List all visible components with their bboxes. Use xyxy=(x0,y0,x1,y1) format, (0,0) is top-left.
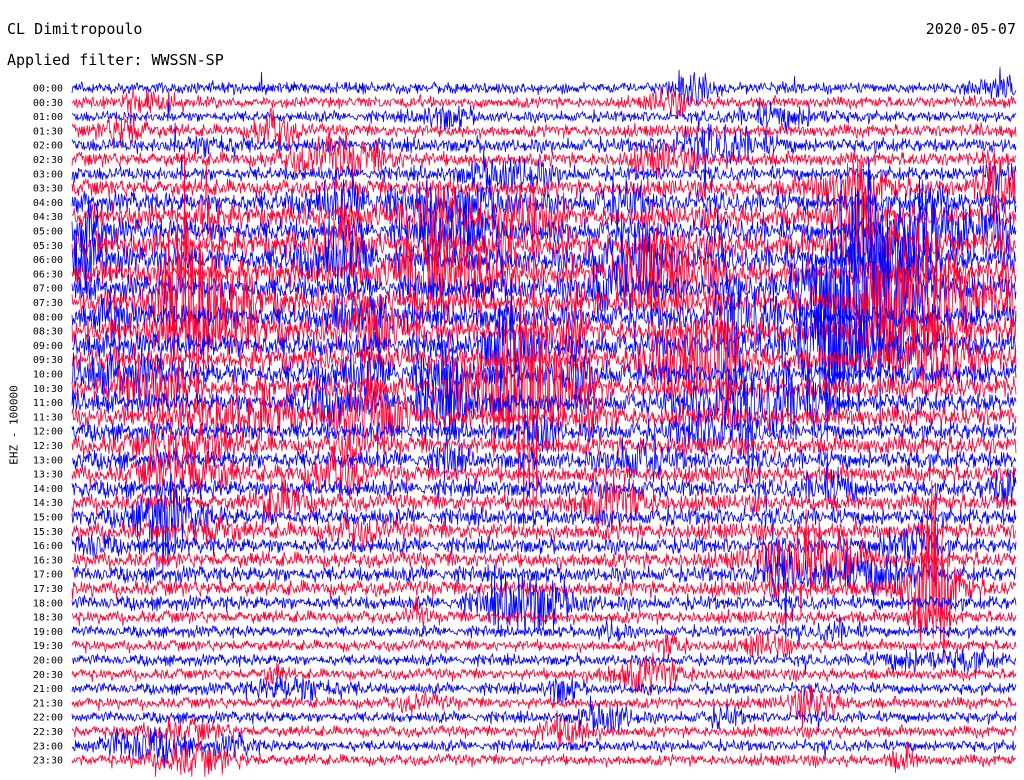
time-label: 12:30 xyxy=(33,441,63,452)
time-label: 10:30 xyxy=(33,384,63,395)
time-label: 16:30 xyxy=(33,555,63,566)
time-label: 02:30 xyxy=(33,155,63,166)
time-label: 14:30 xyxy=(33,498,63,509)
time-label: 00:30 xyxy=(33,98,63,109)
time-label: 17:00 xyxy=(33,570,63,581)
time-label: 21:00 xyxy=(33,684,63,695)
time-label: 06:00 xyxy=(33,255,63,266)
time-label: 21:30 xyxy=(33,698,63,709)
time-label: 18:30 xyxy=(33,613,63,624)
time-label: 08:30 xyxy=(33,327,63,338)
time-label: 07:30 xyxy=(33,298,63,309)
time-label: 13:00 xyxy=(33,455,63,466)
time-label: 11:00 xyxy=(33,398,63,409)
time-label: 03:30 xyxy=(33,184,63,195)
time-labels: 00:00 00:30 01:00 01:30 02:00 02:30 03:00 03:30… xyxy=(33,84,63,767)
time-label: 23:30 xyxy=(33,756,63,767)
time-label: 11:30 xyxy=(33,412,63,423)
time-label: 05:30 xyxy=(33,241,63,252)
seismogram-plot: 00:00 00:30 01:00 01:30 02:00 02:30 03:00 03:30… xyxy=(33,67,1017,777)
time-label: 18:00 xyxy=(33,598,63,609)
time-label: 17:30 xyxy=(33,584,63,595)
time-label: 13:30 xyxy=(33,470,63,481)
time-label: 09:00 xyxy=(33,341,63,352)
time-label: 08:00 xyxy=(33,312,63,323)
time-label: 16:00 xyxy=(33,541,63,552)
time-label: 05:00 xyxy=(33,227,63,238)
time-label: 20:00 xyxy=(33,656,63,667)
time-label: 04:00 xyxy=(33,198,63,209)
time-label: 12:00 xyxy=(33,427,63,438)
time-label: 23:00 xyxy=(33,741,63,752)
traces xyxy=(71,67,1017,777)
time-label: 01:30 xyxy=(33,126,63,137)
trace-line xyxy=(71,617,1017,648)
time-label: 00:00 xyxy=(33,84,63,95)
time-label: 02:00 xyxy=(33,141,63,152)
time-label: 19:00 xyxy=(33,627,63,638)
time-label: 04:30 xyxy=(33,212,63,223)
time-label: 09:30 xyxy=(33,355,63,366)
time-label: 03:00 xyxy=(33,169,63,180)
time-label: 22:30 xyxy=(33,727,63,738)
time-label: 20:30 xyxy=(33,670,63,681)
time-label: 07:00 xyxy=(33,284,63,295)
time-label: 01:00 xyxy=(33,112,63,123)
time-label: 06:30 xyxy=(33,269,63,280)
trace-line xyxy=(71,480,1017,664)
time-label: 15:00 xyxy=(33,513,63,524)
time-label: 14:00 xyxy=(33,484,63,495)
trace-line xyxy=(71,472,1017,532)
time-label: 10:00 xyxy=(33,370,63,381)
time-label: 22:00 xyxy=(33,713,63,724)
time-label: 15:30 xyxy=(33,527,63,538)
time-label: 19:30 xyxy=(33,641,63,652)
